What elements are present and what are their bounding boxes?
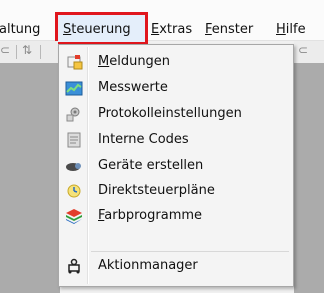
menu-item-aktionmanager[interactable]: Aktionmanager — [61, 255, 291, 277]
color-programs-icon — [66, 209, 82, 224]
menu-item-meldungen[interactable]: Meldungen — [61, 51, 291, 73]
toolbar-separator — [16, 45, 17, 59]
menu-label: ilfe — [285, 22, 306, 37]
direct-control-plans-icon — [67, 184, 81, 198]
menu-item-label: Meldungen — [98, 54, 171, 69]
menu-hilfe[interactable]: Hilfe — [276, 21, 306, 38]
menu-item-label: Messwerte — [98, 80, 168, 95]
toolbar: ⊂ ⇅ — [0, 41, 58, 63]
menu-steuerung[interactable]: Steuerung — [63, 21, 131, 38]
protocol-settings-icon — [66, 107, 80, 122]
menu-label: E — [151, 22, 160, 37]
create-devices-icon — [66, 163, 81, 171]
menu-item-label: Interne Codes — [98, 132, 189, 147]
menu-label: teuerung — [71, 22, 131, 37]
toolbar-icon[interactable]: ⊂ — [298, 43, 308, 57]
menu-label: F — [205, 22, 212, 37]
menu-item-interne-codes[interactable]: Interne Codes — [61, 129, 291, 151]
menu-item-label: Protokolleinstellungen — [98, 106, 242, 121]
menu-fenster[interactable]: Fenster — [205, 21, 253, 38]
toolbar-icon[interactable]: ⊂ — [0, 43, 10, 57]
menu-label: H — [276, 22, 286, 37]
menu-extras[interactable]: Extras — [151, 21, 192, 38]
menu-item-label: Aktionmanager — [98, 258, 198, 273]
menu-item-label: Geräte erstellen — [98, 158, 204, 173]
steuerung-dropdown-menu: Meldungen Messwerte Protokolleinstellung… — [58, 44, 294, 287]
messages-icon — [67, 55, 83, 70]
toolbar-separator — [40, 45, 41, 59]
menu-label: enster — [211, 22, 254, 37]
toolbar-right: ⊂ — [294, 41, 324, 63]
menu-item-direktsteuerplaene[interactable]: Direktsteuerpläne — [61, 180, 291, 202]
menu-item-geraete-erstellen[interactable]: Geräte erstellen — [61, 155, 291, 177]
menu-item-farbprogramme[interactable]: Farbprogramme — [61, 205, 291, 227]
menu-bar: altung Steuerung Extras Fenster Hilfe — [0, 0, 324, 45]
internal-codes-icon — [67, 132, 81, 148]
chart-icon — [65, 81, 83, 96]
menu-item-label: Direktsteuerpläne — [98, 183, 215, 198]
menu-label: xtras — [159, 22, 193, 37]
action-manager-icon — [68, 258, 80, 274]
sort-icon[interactable]: ⇅ — [22, 43, 32, 57]
menu-item-protokolleinstellungen[interactable]: Protokolleinstellungen — [61, 103, 291, 125]
workspace-area — [0, 63, 60, 293]
menu-separator — [91, 251, 289, 252]
menu-item-messwerte[interactable]: Messwerte — [61, 77, 291, 99]
menu-item-label: Farbprogramme — [98, 208, 203, 223]
menu-verwaltung[interactable]: altung — [0, 21, 40, 38]
menu-label: altung — [0, 22, 41, 37]
workspace-area-right — [294, 63, 324, 293]
